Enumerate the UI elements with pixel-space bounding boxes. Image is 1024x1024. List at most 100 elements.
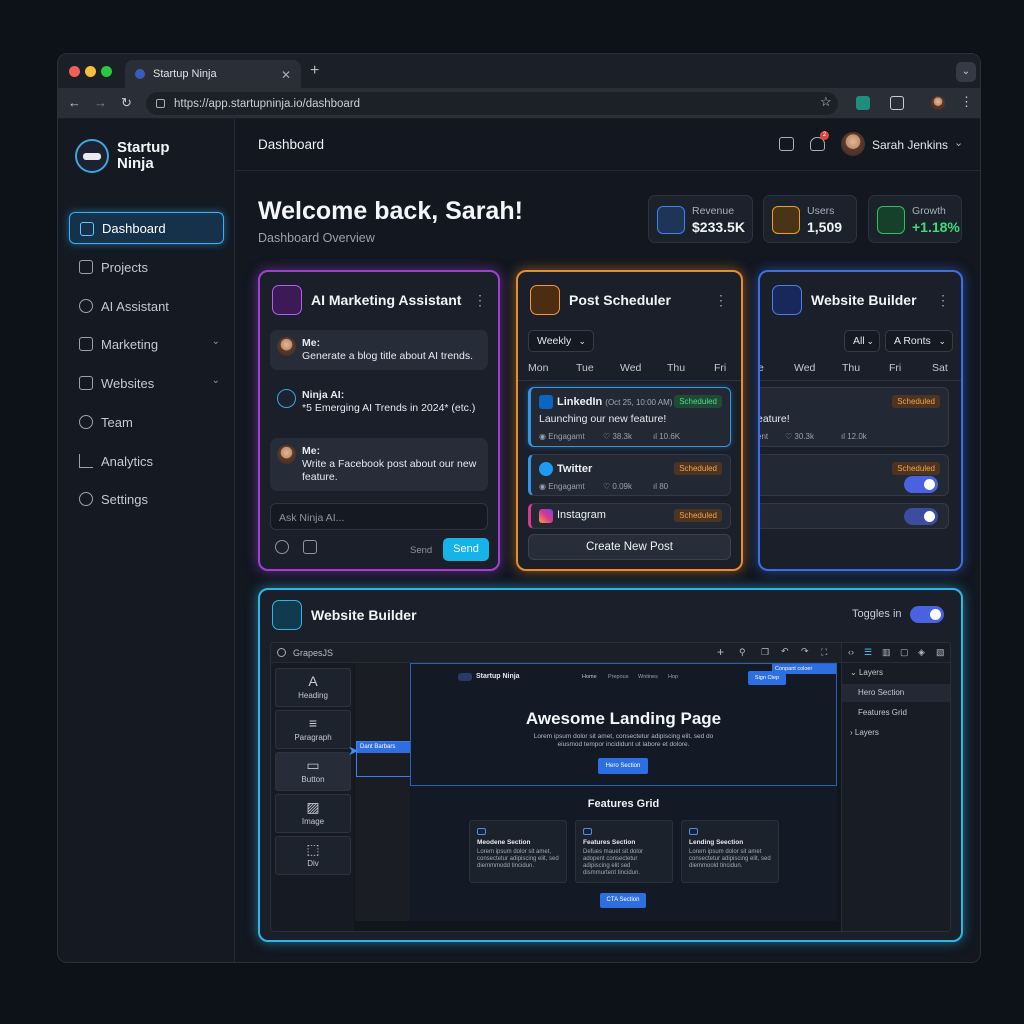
app-logo[interactable]: Startup Ninja — [75, 139, 170, 173]
extension-icon[interactable] — [856, 96, 870, 110]
close-window-icon[interactable] — [69, 66, 80, 77]
assets-icon[interactable]: ▧ — [936, 647, 945, 658]
create-new-post-button[interactable]: Create New Post — [528, 534, 731, 560]
panel-toggle[interactable] — [910, 606, 944, 623]
settings-panel-icon[interactable]: ▢ — [900, 647, 909, 658]
feature-card[interactable]: Lending Seection Lorem ipsum dolor sit am… — [681, 820, 779, 883]
linkedin-icon — [539, 395, 553, 409]
status-badge: Scheduled — [674, 462, 722, 475]
website-row[interactable]: Scheduled eature! ent ♡ 30.3k ıl 12.0k — [760, 387, 949, 447]
chat-input[interactable]: Ask Ninja AI... — [270, 503, 488, 530]
publish-toggle[interactable] — [904, 508, 938, 525]
engagement-label: Engagamt — [548, 482, 585, 491]
feature-text: Lorem ipsum dolor sit amet, consectetur … — [477, 849, 559, 869]
sidebar-item-websites[interactable]: Websites ⌄ — [69, 367, 224, 399]
website-row[interactable]: Scheduled — [760, 454, 949, 496]
bookmark-star-icon[interactable]: ☆ — [820, 94, 832, 110]
link-icon[interactable]: ⚲ — [739, 647, 746, 658]
more-options-icon[interactable]: ⋮ — [473, 292, 487, 309]
ninja-logo-icon — [75, 139, 109, 173]
stack-icon[interactable]: ◈ — [918, 647, 925, 658]
tab-list-icon[interactable]: ⌄ — [956, 62, 976, 82]
layer-item[interactable]: Hero Section — [842, 684, 950, 702]
cta-button[interactable]: CTA Section — [600, 893, 646, 908]
sidebar-item-label: Marketing — [101, 336, 159, 352]
chat-message: Me: Generate a blog title about AI trend… — [270, 330, 488, 370]
new-tab-icon[interactable]: + — [310, 62, 319, 80]
sidebar-item-settings[interactable]: Settings — [69, 483, 224, 515]
chevron-down-icon[interactable]: ⌄ — [212, 375, 220, 386]
stat-label: Growth — [912, 205, 946, 217]
post-likes: ♡ 0.09k — [603, 482, 632, 491]
page-canvas[interactable]: Startup Ninja Home Prepous Wntines Hop C… — [410, 663, 837, 921]
style-manager-icon[interactable]: ▥ — [882, 647, 891, 658]
tab-bar: Startup Ninja ✕ + ⌄ — [58, 54, 980, 88]
block-button[interactable]: ▭ Button — [275, 752, 351, 791]
back-icon[interactable]: ← — [68, 95, 81, 110]
sidebar-item-team[interactable]: Team — [69, 406, 224, 438]
close-tab-icon[interactable]: ✕ — [281, 68, 291, 82]
website-row[interactable] — [760, 503, 949, 529]
browser-tab[interactable]: Startup Ninja ✕ — [125, 60, 301, 88]
hero-text: eiusmod tempor incididunt ut labore et d… — [557, 741, 690, 748]
browser-menu-icon[interactable]: ⋮ — [960, 94, 973, 110]
block-div[interactable]: ⬚ Div — [275, 836, 351, 875]
attach-icon[interactable] — [303, 540, 317, 554]
fullscreen-icon[interactable]: ⛶ — [821, 647, 827, 658]
code-icon[interactable]: ‹› — [848, 647, 854, 657]
publish-toggle[interactable] — [904, 476, 938, 493]
puzzle-extensions-icon[interactable] — [890, 96, 904, 110]
top-header: Dashboard 2 Sarah Jenkins ⌄ — [236, 119, 980, 171]
post-text: Launching our new feature! — [539, 413, 667, 425]
chevron-down-icon[interactable]: ⌄ — [212, 336, 220, 347]
hero-button[interactable]: Hero Section — [598, 758, 648, 774]
maximize-window-icon[interactable] — [101, 66, 112, 77]
sidebar-item-analytics[interactable]: Analytics — [69, 445, 224, 477]
reload-icon[interactable]: ↻ — [121, 95, 132, 111]
calendar-icon — [530, 285, 560, 315]
block-image[interactable]: ▨ Image — [275, 794, 351, 833]
more-options-icon[interactable]: ⋮ — [714, 292, 728, 309]
minimize-window-icon[interactable] — [85, 66, 96, 77]
grapes-logo-icon — [277, 648, 286, 657]
layers-list-icon[interactable]: ☰ — [864, 647, 872, 658]
copy-icon[interactable]: ❐ — [761, 647, 769, 658]
emoji-icon[interactable] — [275, 540, 289, 554]
scheduled-post-linkedin[interactable]: LinkedIn (Oct 25, 10:00 AM) Scheduled La… — [528, 387, 731, 447]
layers-footer[interactable]: › Layers — [842, 724, 950, 742]
sidebar-item-marketing[interactable]: Marketing ⌄ — [69, 328, 224, 360]
layer-item[interactable]: Features Grid — [842, 704, 950, 722]
send-button[interactable]: Send — [443, 538, 489, 561]
layers-header[interactable]: ⌄ Layers — [842, 664, 950, 682]
feature-card[interactable]: Features Section Defues mauet sit dolor a… — [575, 820, 673, 883]
row-likes: ♡ 30.3k — [785, 432, 814, 441]
sidebar-item-projects[interactable]: Projects — [69, 251, 224, 283]
more-options-icon[interactable]: ⋮ — [936, 292, 950, 309]
profile-avatar-icon[interactable] — [931, 96, 945, 110]
day-label: Sat — [932, 362, 948, 374]
block-heading[interactable]: A Heading — [275, 668, 351, 707]
forward-icon[interactable]: → — [94, 95, 107, 110]
post-likes: ♡ 38.3k — [603, 432, 632, 441]
filter-select[interactable]: All ⌄ — [844, 330, 880, 352]
messages-icon[interactable] — [779, 137, 794, 151]
user-name[interactable]: Sarah Jenkins — [872, 138, 948, 152]
avatar[interactable] — [841, 132, 865, 156]
redo-icon[interactable]: ↷ — [801, 646, 809, 657]
ninja-avatar-icon — [277, 389, 296, 408]
scheduled-post-twitter[interactable]: Twitter Scheduled ◉ Engagamt ♡ 0.09k ıl … — [528, 454, 731, 496]
scheduled-post-instagram[interactable]: Instagram Scheduled — [528, 503, 731, 529]
filter-select[interactable]: A Ronts ⌄ — [885, 330, 953, 352]
chevron-down-icon[interactable]: ⌄ — [954, 136, 963, 149]
site-info-icon[interactable] — [156, 99, 165, 108]
sidebar-item-dashboard[interactable]: Dashboard — [69, 212, 224, 244]
message-sender: Me: — [302, 337, 321, 349]
block-paragraph[interactable]: ≡ Paragraph — [275, 710, 351, 749]
range-select[interactable]: Weekly ⌄ — [528, 330, 594, 352]
url-field[interactable]: https://app.startupninja.io/dashboard — [146, 92, 838, 115]
undo-icon[interactable]: ↶ — [781, 646, 789, 657]
add-icon[interactable]: + — [717, 645, 724, 659]
feature-card[interactable]: Meodene Section Lorem ipsum dolor sit ame… — [469, 820, 567, 883]
bar-chart-icon — [79, 454, 93, 468]
sidebar-item-ai-assistant[interactable]: AI Assistant — [69, 290, 224, 322]
